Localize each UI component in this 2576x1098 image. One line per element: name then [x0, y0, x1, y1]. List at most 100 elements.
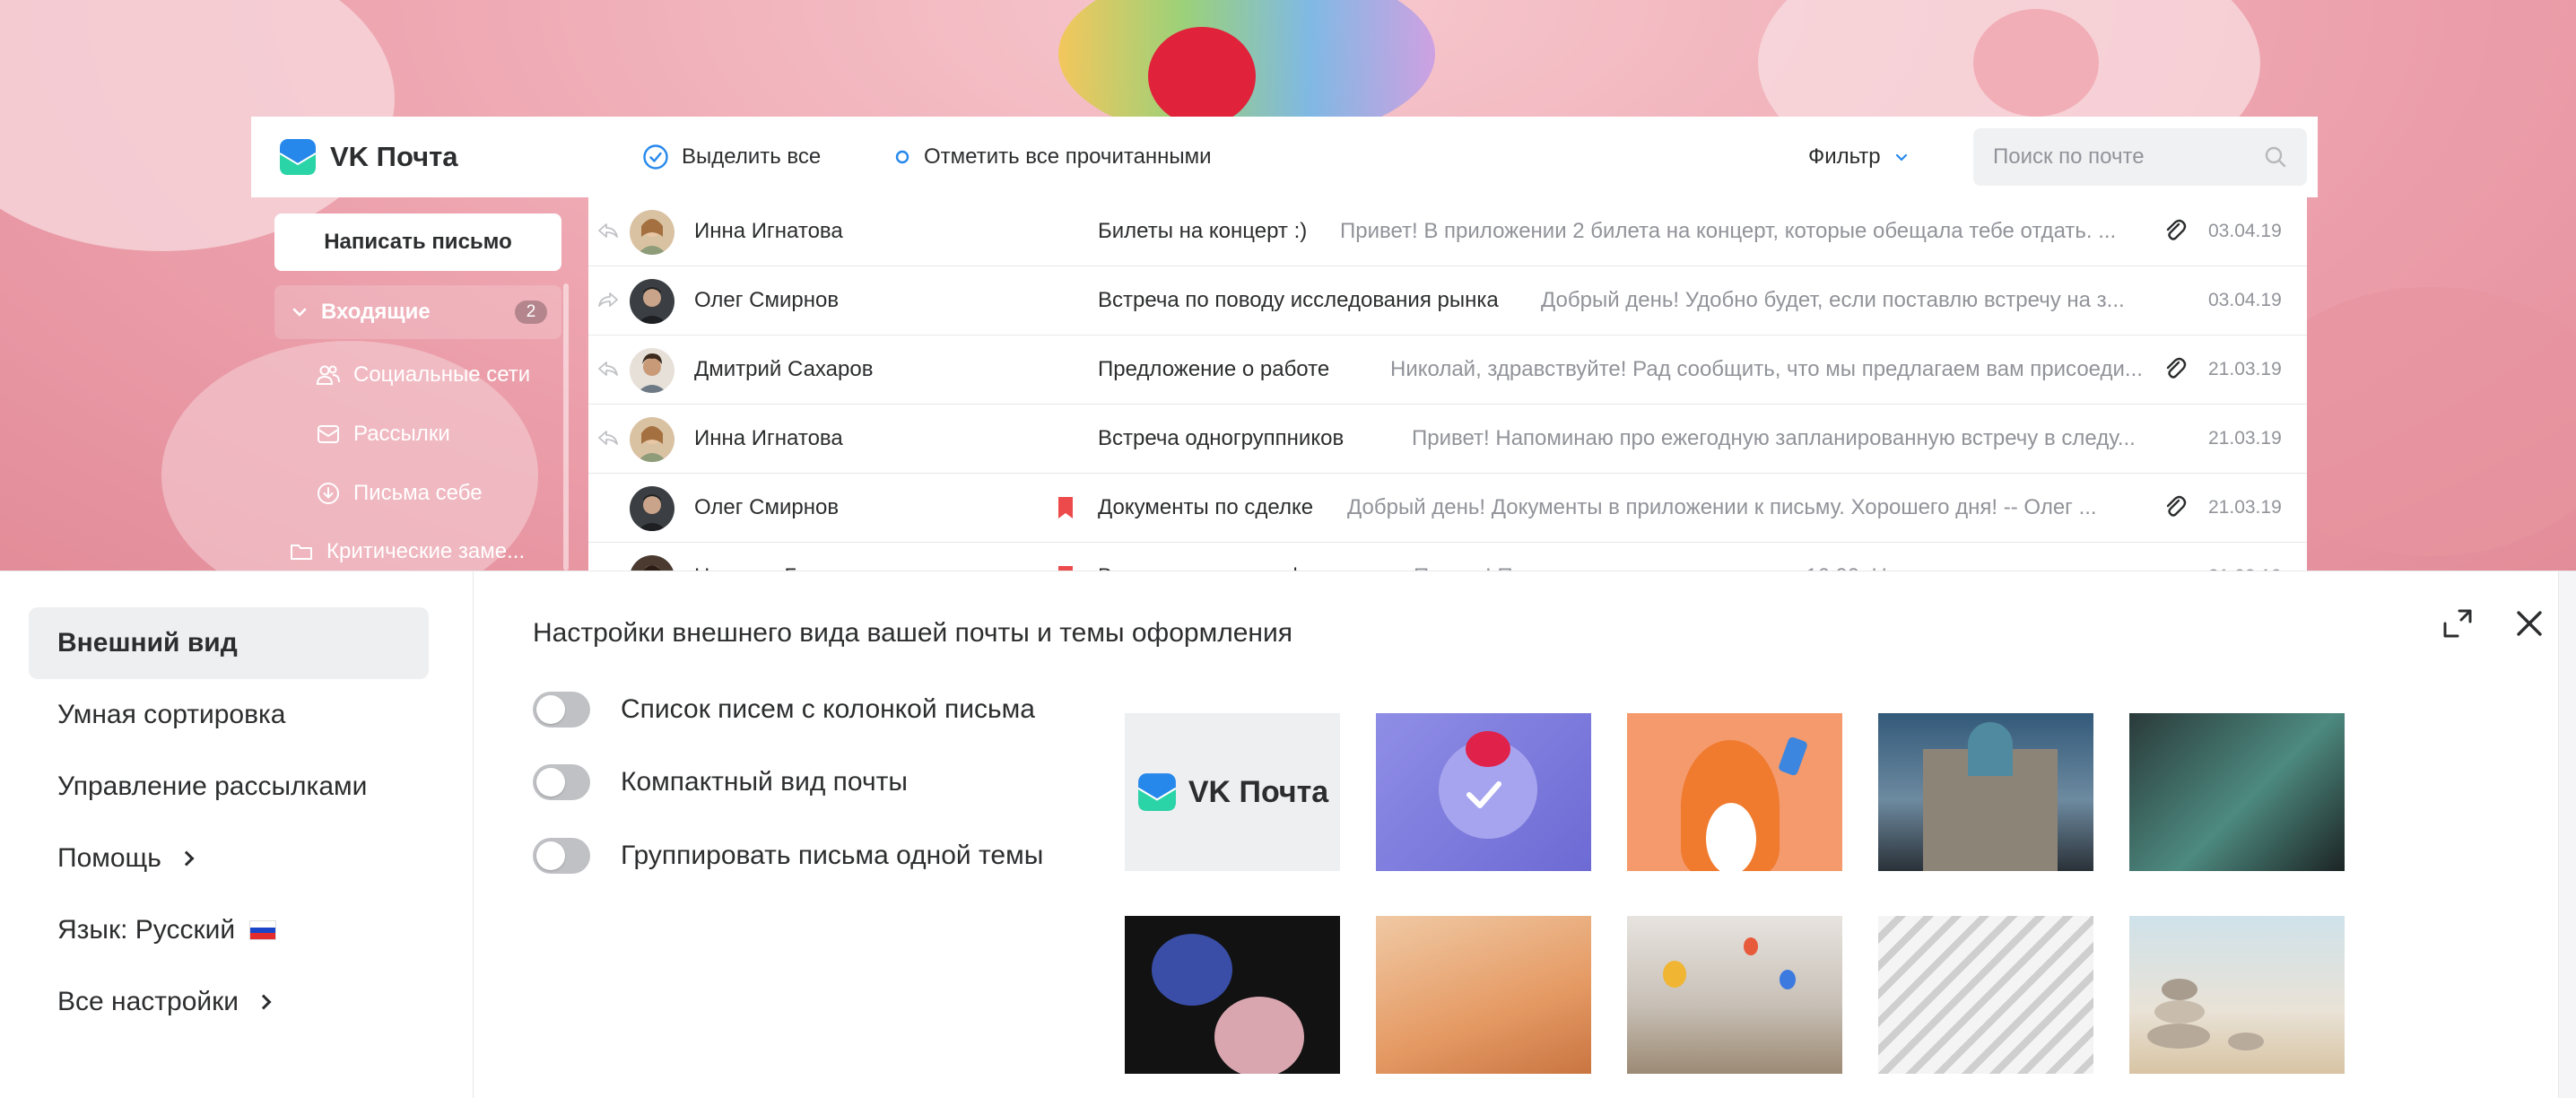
settings-nav-language[interactable]: Язык: Русский: [29, 894, 429, 966]
theme-aurora-fabric[interactable]: [2129, 713, 2345, 871]
message-row[interactable]: Олег Смирнов Встреча по поводу исследова…: [588, 266, 2307, 336]
expand-icon[interactable]: [2438, 604, 2477, 643]
reply-icon: [598, 223, 618, 238]
theme-vk-default[interactable]: VK Почта: [1125, 713, 1340, 871]
message-subject: Встреча одногруппников: [1098, 426, 1345, 450]
search-placeholder: Поиск по почте: [1993, 144, 2145, 169]
message-snippet: Добрый день! Документы в приложении к пи…: [1347, 495, 2097, 519]
folder-label: Письма себе: [353, 481, 483, 505]
vk-mail-logo-icon: [1137, 773, 1177, 811]
folder-label: Критические заме...: [326, 539, 526, 563]
message-date: 21.03.19: [2208, 428, 2282, 449]
theme-building[interactable]: [1878, 713, 2093, 871]
theme-zen-stones[interactable]: [2129, 916, 2345, 1074]
message-subject: Встреча по поводу исследования рынка: [1098, 288, 1499, 312]
folder-label: Входящие: [321, 300, 431, 324]
theme-cat-selfie[interactable]: [1627, 713, 1842, 871]
sidebar-scrollbar[interactable]: [563, 283, 569, 571]
avatar[interactable]: [630, 486, 674, 531]
compose-button[interactable]: Написать письмо: [274, 214, 561, 271]
filter-label: Фильтр: [1808, 144, 1881, 169]
folder-to-self[interactable]: Письма себе: [316, 466, 483, 520]
folder-newsletters[interactable]: Рассылки: [316, 407, 450, 461]
unread-dot-icon: [895, 150, 909, 164]
toggle-compact-view[interactable]: Компактный вид почты: [533, 762, 908, 802]
appearance-settings-panel: Внешний вид Умная сортировка Управление …: [0, 571, 2576, 1098]
toggle-switch[interactable]: [533, 764, 590, 800]
toggle-label: Группировать письма одной темы: [621, 841, 1044, 870]
message-sender: Дмитрий Сахаров: [694, 357, 874, 381]
settings-nav-smart-sorting[interactable]: Умная сортировка: [29, 679, 429, 751]
forward-icon: [598, 292, 618, 307]
message-row[interactable]: Наталья Гончарова Встреча по новым фонам…: [588, 543, 2307, 574]
chevron-down-icon: [1895, 153, 1907, 161]
avatar[interactable]: [630, 210, 674, 255]
avatar[interactable]: [630, 279, 674, 324]
settings-content: Настройки внешнего вида вашей почты и те…: [474, 571, 2576, 1098]
message-date: 21.03.19: [2208, 359, 2282, 379]
toggle-list-with-column[interactable]: Список писем с колонкой письма: [533, 690, 1035, 729]
theme-logo-text: VK Почта: [1188, 774, 1329, 809]
search-input[interactable]: Поиск по почте: [1973, 128, 2307, 186]
settings-nav-label: Помощь: [57, 843, 161, 873]
message-row[interactable]: Инна Игнатова Билеты на концерт :) Приве…: [588, 197, 2307, 266]
theme-balloons[interactable]: [1627, 916, 1842, 1074]
mark-all-read-button[interactable]: Отметить все прочитанными: [893, 142, 1212, 172]
settings-nav-label: Внешний вид: [57, 628, 238, 658]
attachment-icon: [2166, 495, 2187, 517]
message-sender: Олег Смирнов: [694, 495, 840, 519]
theme-flowers[interactable]: [1125, 916, 1340, 1074]
check-circle-icon: [643, 144, 668, 170]
message-date: 21.03.19: [2208, 497, 2282, 518]
message-row[interactable]: Олег Смирнов Документы по сделке Добрый …: [588, 474, 2307, 543]
settings-nav-appearance[interactable]: Внешний вид: [29, 607, 429, 679]
close-icon[interactable]: [2510, 604, 2549, 643]
message-snippet: Привет! Напоминаю про ежегодную запланир…: [1412, 426, 2136, 450]
folder-critical[interactable]: Критические заме...: [289, 525, 525, 574]
attachment-icon: [2166, 219, 2187, 240]
toggle-switch[interactable]: [533, 838, 590, 874]
mail-app: VK Почта Выделить все Отметить все прочи…: [251, 117, 2318, 574]
theme-unicorn-selected[interactable]: [1376, 713, 1591, 871]
avatar[interactable]: [630, 417, 674, 462]
avatar[interactable]: [630, 348, 674, 393]
settings-nav-label: Все настройки: [57, 987, 239, 1016]
chevron-down-icon[interactable]: [291, 303, 309, 321]
theme-white-waves[interactable]: [1878, 916, 2093, 1074]
folder-sidebar: Написать письмо Входящие 2 Социальные се…: [251, 197, 588, 574]
select-all-label: Выделить все: [682, 144, 822, 169]
message-subject: Документы по сделке: [1098, 495, 1314, 519]
settings-nav-help[interactable]: Помощь: [29, 823, 429, 894]
settings-nav-all-settings[interactable]: Все настройки: [29, 966, 429, 1038]
settings-nav-label: Язык: Русский: [57, 915, 236, 945]
theme-desert[interactable]: [1376, 916, 1591, 1074]
settings-nav-label: Умная сортировка: [57, 700, 286, 729]
folder-label: Социальные сети: [353, 362, 531, 387]
settings-nav-label: Управление рассылками: [57, 771, 368, 801]
filter-dropdown[interactable]: Фильтр: [1808, 142, 1910, 172]
chevron-right-icon: [256, 994, 272, 1010]
bookmark-flag-icon[interactable]: [1057, 495, 1075, 520]
message-sender: Олег Смирнов: [694, 288, 840, 312]
settings-scrollbar[interactable]: [2558, 571, 2576, 1098]
select-all-button[interactable]: Выделить все: [642, 142, 821, 172]
unread-count-badge: 2: [515, 301, 547, 324]
message-row[interactable]: Дмитрий Сахаров Предложение о работе Ник…: [588, 336, 2307, 405]
checkmark-icon: [1466, 781, 1501, 808]
download-circle-icon: [318, 483, 339, 504]
message-date: 03.04.19: [2208, 221, 2282, 241]
people-icon: [316, 365, 340, 385]
folder-inbox[interactable]: Входящие 2: [274, 285, 561, 339]
toggle-label: Компактный вид почты: [621, 767, 908, 797]
folder-social[interactable]: Социальные сети: [316, 348, 530, 402]
toggle-group-threads[interactable]: Группировать письма одной темы: [533, 836, 1043, 876]
message-row[interactable]: Инна Игнатова Встреча одногруппников При…: [588, 405, 2307, 474]
russia-flag-icon: [249, 920, 277, 940]
toggle-switch[interactable]: [533, 692, 590, 728]
message-snippet: Добрый день! Удобно будет, если поставлю…: [1541, 288, 2125, 312]
vk-mail-logo[interactable]: VK Почта: [278, 136, 458, 178]
search-icon[interactable]: [2264, 145, 2287, 169]
settings-nav-newsletters[interactable]: Управление рассылками: [29, 751, 429, 823]
reply-icon: [598, 431, 618, 445]
folder-label: Рассылки: [353, 422, 450, 446]
